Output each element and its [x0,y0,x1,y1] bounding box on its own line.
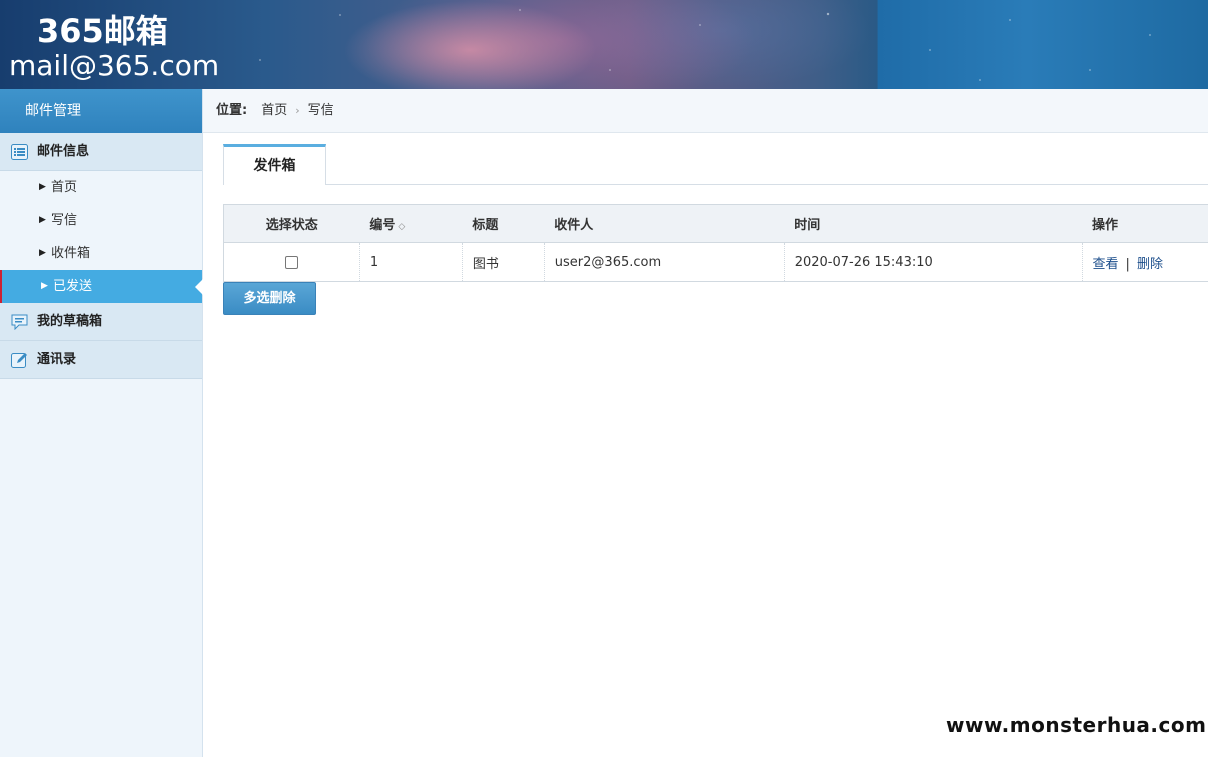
caret-right-icon: ▶ [39,182,46,192]
tab-divider [223,184,1208,185]
row-checkbox[interactable] [284,255,298,269]
col-title: 标题 [462,204,545,243]
col-actions: 操作 [1082,204,1208,243]
cell-select [223,242,360,282]
sidebar-item-label: 收件箱 [51,246,91,261]
sort-icon[interactable]: ◇ [398,222,405,232]
sidebar-item-sent[interactable]: ▶ 已发送 [0,270,203,303]
action-separator: | [1125,256,1130,272]
sidebar-group-mail-info[interactable]: 邮件信息 [0,133,202,171]
sidebar-item-inbox[interactable]: ▶ 收件箱 [0,237,202,270]
chevron-right-icon: › [295,104,300,117]
col-id[interactable]: 编号 ◇ [359,204,463,243]
chat-icon [11,314,28,330]
table-header-row: 选择状态 编号 ◇ 标题 收件人 时间 操作 [223,204,1208,243]
table-row: 1 图书 user2@365.com 2020-07-26 15:43:10 查… [223,242,1208,282]
caret-right-icon: ▶ [39,248,46,258]
sidebar-group-label: 我的草稿箱 [37,314,103,329]
edit-icon [11,353,27,368]
brand-mail: mail@365.com [9,49,220,82]
sidebar-group-contacts[interactable]: 通讯录 [0,341,202,379]
bulk-delete-button[interactable]: 多选删除 [223,282,316,315]
cell-id: 1 [358,242,463,282]
sidebar-group-label: 通讯录 [37,352,77,367]
sidebar-item-compose[interactable]: ▶ 写信 [0,204,202,237]
delete-link[interactable]: 删除 [1137,257,1163,272]
sidebar-item-label: 首页 [51,180,78,195]
list-icon [11,144,28,160]
breadcrumb-prefix: 位置: [216,103,248,118]
caret-right-icon: ▶ [39,215,46,225]
view-link[interactable]: 查看 [1093,257,1119,272]
cell-recipient: user2@365.com [543,242,785,282]
sidebar-group-label: 邮件信息 [37,144,90,159]
mail-table: 选择状态 编号 ◇ 标题 收件人 时间 操作 1 图书 user2@365.com… [223,204,1208,282]
watermark: www.monsterhua.com [946,707,1208,743]
breadcrumb: 位置: 首页 › 写信 [203,89,1208,133]
cell-actions: 查看 | 删除 [1081,242,1208,282]
sidebar: 邮件管理 邮件信息 ▶ 首页 ▶ 写信 ▶ 收件箱 ▶ 已发送 我的草稿箱 通讯… [0,89,203,757]
brand-title: 365邮箱 [37,12,168,50]
col-time: 时间 [784,204,1083,243]
breadcrumb-home[interactable]: 首页 [261,103,287,118]
tab-outbox[interactable]: 发件箱 [223,144,326,185]
sidebar-item-home[interactable]: ▶ 首页 [0,171,202,204]
col-recipient: 收件人 [544,204,785,243]
sidebar-item-label: 写信 [51,213,78,228]
sidebar-title: 邮件管理 [0,89,202,133]
sidebar-item-label: 已发送 [53,279,93,294]
breadcrumb-current[interactable]: 写信 [308,103,334,118]
col-select-status: 选择状态 [223,204,360,243]
header-banner: 365邮箱 mail@365.com [0,0,1208,89]
caret-right-icon: ▶ [41,281,48,291]
cell-title: 图书 [461,242,545,282]
cell-time: 2020-07-26 15:43:10 [783,242,1083,282]
col-id-label: 编号 [369,218,396,233]
sidebar-group-drafts[interactable]: 我的草稿箱 [0,303,202,341]
